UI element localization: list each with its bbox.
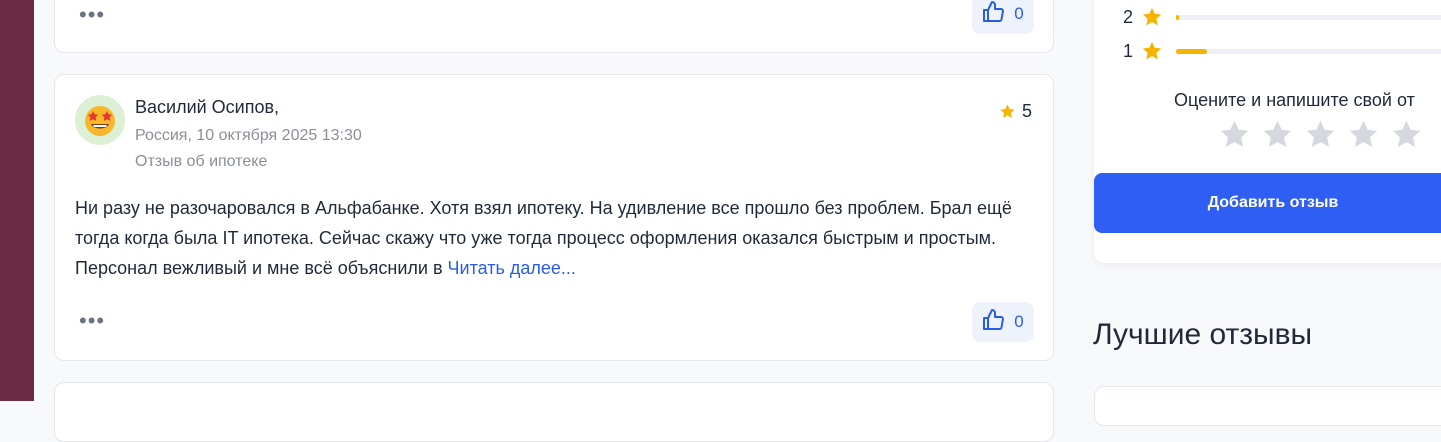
more-options-button[interactable]: ••• [79, 4, 105, 26]
more-options-button[interactable]: ••• [79, 310, 105, 332]
star-outline-icon [1263, 120, 1292, 148]
review-category: Отзыв об ипотеке [135, 153, 268, 170]
star-outline-icon [1306, 120, 1335, 148]
rating-widget: 2 1 Оцените и напишите свой от Добавить … [1094, 0, 1441, 263]
star-icon [1142, 41, 1162, 60]
rating-bar-fill [1176, 15, 1179, 20]
next-review-card [54, 382, 1054, 442]
rating-row-label: 2 [1123, 6, 1134, 27]
review-location-date: Россия, 10 октября 2025 13:30 [135, 127, 362, 144]
star-icon [1000, 104, 1015, 118]
review-text: Ни разу не разочаровался в Альфабанке. Х… [75, 193, 1025, 283]
star-rating-4[interactable] [1347, 118, 1380, 156]
star-outline-icon [1220, 120, 1249, 148]
best-reviews-title: Лучшие отзывы [1093, 318, 1313, 351]
review-rating: 5 [999, 101, 1032, 122]
rating-bar-fill [1176, 49, 1207, 54]
rate-prompt: Оцените и напишите свой от [1174, 90, 1415, 110]
rating-row-label: 1 [1123, 40, 1134, 61]
review-card: Василий Осипов, Россия, 10 октября 2025 … [54, 74, 1054, 361]
avatar [75, 95, 125, 145]
rating-bar-2 [1176, 15, 1441, 20]
add-review-button[interactable]: Добавить отзыв [1094, 173, 1441, 233]
star-rating-5[interactable] [1390, 118, 1423, 156]
rating-row-1: 1 [1123, 40, 1163, 62]
star-outline-icon [1349, 120, 1378, 148]
previous-review-card: ••• 0 [54, 0, 1054, 53]
rating-input[interactable] [1218, 118, 1423, 156]
thumbs-up-icon [982, 308, 1006, 337]
rating-value: 5 [1021, 101, 1032, 121]
star-rating-1[interactable] [1218, 118, 1251, 156]
star-outline-icon [1392, 120, 1421, 148]
thumbs-up-icon [982, 0, 1006, 29]
star-icon [1142, 7, 1162, 26]
rating-row-2: 2 [1123, 6, 1163, 28]
rating-bar-1 [1176, 49, 1441, 54]
like-count: 0 [1014, 312, 1024, 331]
star-rating-3[interactable] [1304, 118, 1337, 156]
star-rating-2[interactable] [1261, 118, 1294, 156]
star-struck-emoji-icon [85, 106, 115, 136]
best-review-card [1094, 386, 1441, 426]
sidebar-strip [0, 0, 34, 401]
review-author: Василий Осипов, [135, 97, 280, 117]
read-more-link[interactable]: Читать далее... [448, 258, 576, 278]
like-count: 0 [1014, 4, 1024, 23]
like-button[interactable]: 0 [972, 0, 1034, 34]
like-button[interactable]: 0 [972, 302, 1034, 342]
